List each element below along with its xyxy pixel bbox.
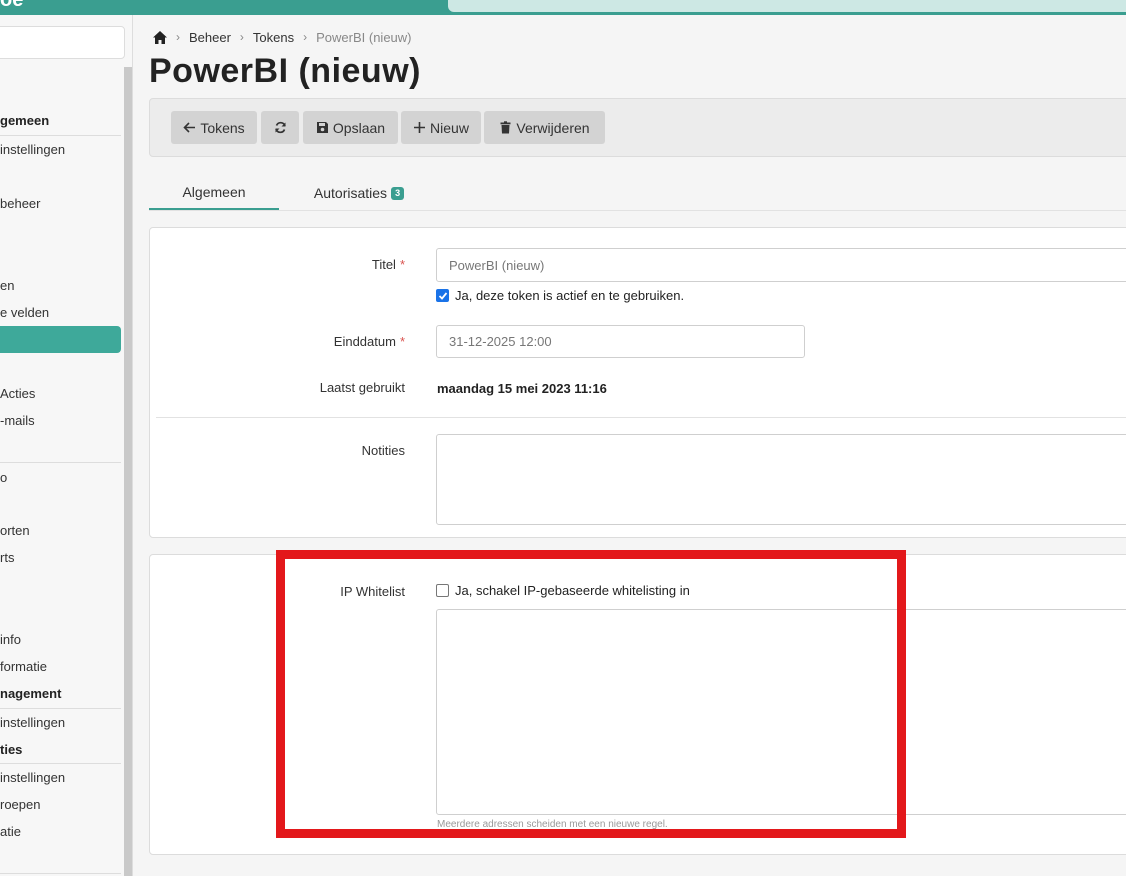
ip-whitelist-help-text: Meerdere adressen scheiden met een nieuw…	[437, 819, 668, 830]
active-checkbox-label: Ja, deze token is actief en te gebruiken…	[455, 288, 685, 303]
sidebar-section-management: nagement	[0, 686, 62, 701]
sidebar-section-ties: ties	[0, 742, 23, 757]
last-used-value: maandag 15 mei 2023 11:16	[437, 381, 607, 396]
sidebar-scrollbar[interactable]	[124, 67, 132, 876]
delete-button-label: Verwijderen	[516, 119, 590, 136]
sidebar-item[interactable]: e velden	[0, 305, 49, 320]
whitelist-checkbox[interactable]	[436, 584, 449, 597]
breadcrumb-separator-icon: ›	[239, 30, 244, 44]
sidebar-divider	[0, 708, 121, 709]
notes-textarea[interactable]	[436, 434, 1126, 525]
ip-whitelist-label: IP Whitelist	[340, 584, 405, 599]
sidebar-divider	[0, 135, 121, 136]
last-used-label: Laatst gebruikt	[319, 380, 405, 395]
active-checkbox[interactable]	[436, 289, 449, 302]
token-form-panel: Titel * PowerBI (nieuw) Ja, deze token is…	[149, 227, 1126, 538]
sidebar-item[interactable]: Acties	[0, 386, 35, 401]
form-divider	[156, 417, 1126, 418]
breadcrumb: › Beheer › Tokens › PowerBI (nieuw)	[153, 28, 412, 46]
required-mark: *	[399, 334, 405, 349]
arrow-left-icon	[183, 122, 196, 133]
sidebar-divider	[0, 873, 121, 874]
breadcrumb-separator-icon: ›	[176, 30, 180, 44]
sidebar-item[interactable]: instellingen	[0, 142, 65, 157]
sidebar-item[interactable]: formatie	[0, 659, 47, 674]
tab-bar: Algemeen Autorisaties 3	[149, 176, 1126, 211]
delete-button[interactable]: Verwijderen	[484, 111, 605, 144]
floppy-disk-icon	[316, 122, 328, 133]
title-label: Titel *	[372, 257, 405, 272]
tab-algemeen-label: Algemeen	[182, 184, 246, 200]
sidebar-item-tokens-active[interactable]	[0, 326, 121, 353]
breadcrumb-item-tokens[interactable]: Tokens	[253, 30, 294, 45]
active-checkbox-row[interactable]: Ja, deze token is actief en te gebruiken…	[436, 288, 684, 303]
breadcrumb-item-beheer[interactable]: Beheer	[189, 30, 231, 45]
breadcrumb-current: PowerBI (nieuw)	[316, 29, 412, 45]
checkmark-icon	[438, 291, 447, 300]
sidebar-item[interactable]: beheer	[0, 196, 40, 211]
breadcrumb-separator-icon: ›	[303, 30, 308, 44]
sidebar-search-input[interactable]	[0, 26, 125, 59]
whitelist-checkbox-label: Ja, schakel IP-gebaseerde whitelisting i…	[455, 583, 690, 598]
count-badge: 3	[391, 186, 405, 200]
sidebar-item[interactable]: -mails	[0, 413, 35, 428]
enddate-label: Einddatum *	[334, 334, 405, 349]
sidebar-item[interactable]: instellingen	[0, 715, 65, 730]
global-search-bar[interactable]	[448, 0, 1126, 12]
tab-algemeen[interactable]: Algemeen	[149, 176, 279, 210]
back-to-tokens-button[interactable]: Tokens	[171, 111, 257, 144]
sidebar-item[interactable]: roepen	[0, 797, 40, 812]
refresh-icon	[274, 121, 286, 134]
ip-whitelist-textarea[interactable]	[436, 609, 1126, 815]
save-button[interactable]: Opslaan	[303, 111, 398, 144]
required-mark: *	[399, 257, 405, 272]
new-button[interactable]: Nieuw	[401, 111, 481, 144]
sidebar-item[interactable]: atie	[0, 824, 21, 839]
refresh-button[interactable]	[261, 111, 299, 144]
plus-icon	[414, 122, 426, 133]
sidebar-item[interactable]: rts	[0, 550, 14, 565]
app-logo: oe	[0, 0, 24, 11]
tab-autorisaties-label: Autorisaties	[313, 185, 388, 201]
sidebar-item[interactable]: o	[0, 470, 7, 485]
notes-label: Notities	[361, 443, 405, 458]
new-button-label: Nieuw	[430, 119, 469, 136]
sidebar-item[interactable]: info	[0, 632, 21, 647]
sidebar-item[interactable]: en	[0, 278, 14, 293]
sidebar-divider	[0, 462, 121, 463]
trash-icon	[500, 121, 511, 134]
page-title: PowerBI (nieuw)	[149, 52, 421, 90]
sidebar-section-algemeen: gemeen	[0, 113, 50, 128]
sidebar-item[interactable]: instellingen	[0, 770, 65, 785]
title-input[interactable]: PowerBI (nieuw)	[436, 248, 1126, 282]
tab-autorisaties[interactable]: Autorisaties 3	[304, 176, 414, 210]
top-bar: oe	[0, 0, 1126, 15]
toolbar: Tokens Opslaan Nieuw Verwijderen	[149, 98, 1126, 157]
whitelist-checkbox-row[interactable]: Ja, schakel IP-gebaseerde whitelisting i…	[436, 583, 690, 598]
home-icon[interactable]	[153, 30, 167, 44]
save-button-label: Opslaan	[332, 119, 386, 136]
sidebar: gemeen instellingen beheer en e velden A…	[0, 15, 133, 876]
title-label-text: Titel	[371, 257, 396, 272]
sidebar-divider	[0, 763, 121, 764]
sidebar-item[interactable]: orten	[0, 523, 30, 538]
ip-whitelist-panel: IP Whitelist Ja, schakel IP-gebaseerde w…	[149, 554, 1126, 855]
enddate-label-text: Einddatum	[333, 334, 396, 349]
enddate-input[interactable]: 31-12-2025 12:00	[436, 325, 805, 358]
back-button-label: Tokens	[200, 119, 245, 136]
